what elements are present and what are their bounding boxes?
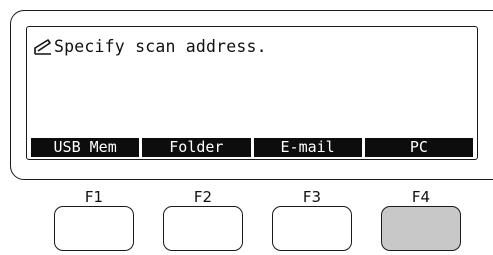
function-key-f4: F4 xyxy=(380,188,462,251)
softkey-email[interactable]: E-mail xyxy=(253,138,362,157)
lcd-display: Specify scan address. USB Mem Folder E-m… xyxy=(26,26,478,160)
pen-icon xyxy=(34,38,51,55)
softkey-pc[interactable]: PC xyxy=(364,138,473,157)
f1-label: F1 xyxy=(84,188,104,206)
function-key-f3: F3 xyxy=(271,188,353,251)
f1-button[interactable] xyxy=(54,206,134,251)
f3-button[interactable] xyxy=(272,206,352,251)
f3-label: F3 xyxy=(302,188,322,206)
f4-button[interactable] xyxy=(381,206,461,251)
softkey-usb-mem[interactable]: USB Mem xyxy=(31,138,140,157)
softkey-bar: USB Mem Folder E-mail PC xyxy=(31,138,473,157)
f2-button[interactable] xyxy=(163,206,243,251)
status-message: Specify scan address. xyxy=(54,37,267,56)
softkey-folder[interactable]: Folder xyxy=(142,138,251,157)
f2-label: F2 xyxy=(193,188,213,206)
function-key-f1: F1 xyxy=(53,188,135,251)
f4-label: F4 xyxy=(411,188,431,206)
function-key-f2: F2 xyxy=(162,188,244,251)
message-row: Specify scan address. xyxy=(33,37,267,56)
